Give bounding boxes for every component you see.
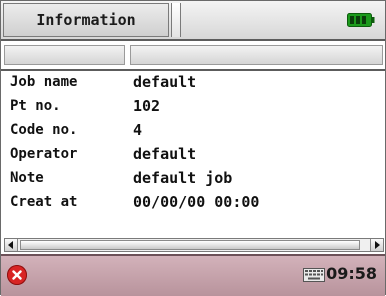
list-item-creat-at[interactable]: Creat at 00/00/00 00:00: [1, 191, 385, 215]
row-label: Pt no.: [10, 98, 61, 114]
row-label: Operator: [10, 146, 78, 162]
list-item-code-no[interactable]: Code no. 4: [1, 119, 385, 143]
keyboard-icon[interactable]: [303, 268, 325, 282]
close-button[interactable]: [7, 265, 27, 285]
row-value: 4: [133, 121, 143, 139]
information-window: Information Job name default Pt no. 102 …: [0, 0, 386, 296]
column-header-value[interactable]: [130, 45, 383, 65]
row-label: Job name: [10, 74, 78, 90]
table-header: [1, 41, 385, 71]
row-value: 102: [133, 97, 161, 115]
list-item-job-name[interactable]: Job name default: [1, 71, 385, 95]
scrollbar-thumb[interactable]: [20, 240, 360, 250]
tab-information-label: Information: [36, 11, 136, 29]
row-label: Note: [10, 170, 44, 186]
column-header-label[interactable]: [4, 45, 125, 65]
row-label: Creat at: [10, 194, 78, 210]
row-label: Code no.: [10, 122, 78, 138]
row-value: default: [133, 145, 197, 163]
tab-information[interactable]: Information: [3, 3, 169, 37]
tab-separator: [171, 3, 181, 37]
row-value: 00/00/00 00:00: [133, 193, 260, 211]
scroll-right-button[interactable]: [370, 239, 383, 251]
detail-list: Job name default Pt no. 102 Code no. 4 O…: [1, 71, 385, 215]
close-icon: [12, 270, 22, 280]
list-item-operator[interactable]: Operator default: [1, 143, 385, 167]
chevron-right-icon: [375, 241, 380, 249]
battery-full-icon: [347, 13, 375, 27]
row-value: default job: [133, 169, 233, 187]
list-item-pt-no[interactable]: Pt no. 102: [1, 95, 385, 119]
scroll-left-button[interactable]: [5, 239, 18, 251]
title-bar: Information: [1, 1, 385, 41]
horizontal-scrollbar[interactable]: [4, 238, 384, 252]
row-value: default: [133, 73, 197, 91]
chevron-left-icon: [8, 241, 13, 249]
clock-time: 09:58: [326, 264, 377, 283]
status-bar: 09:58: [1, 254, 385, 296]
list-item-note[interactable]: Note default job: [1, 167, 385, 191]
